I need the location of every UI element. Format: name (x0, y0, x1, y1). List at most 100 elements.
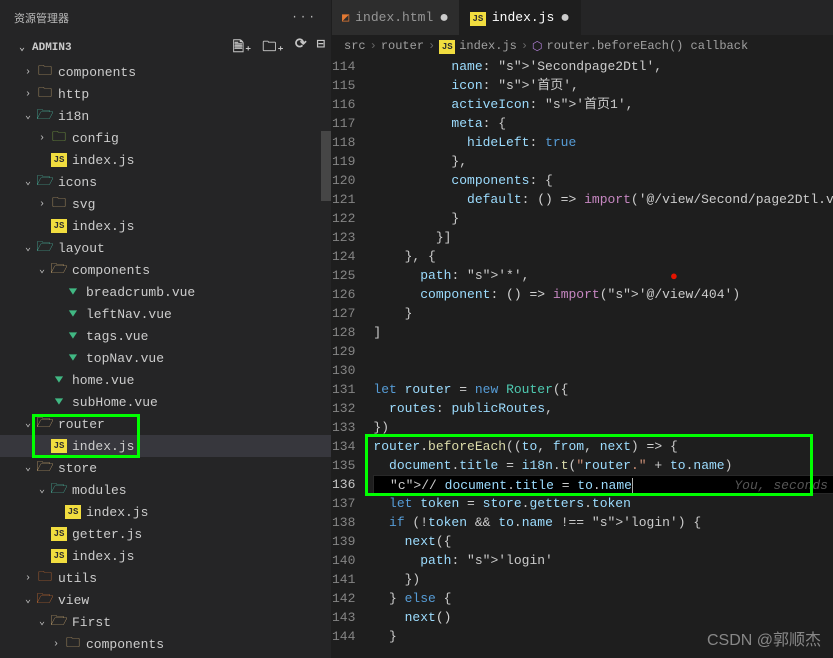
line-number[interactable]: 115 (332, 76, 355, 95)
code-line[interactable] (373, 361, 833, 380)
tree-item[interactable]: ⌄🗁router (0, 413, 331, 435)
code-line[interactable]: }) (373, 570, 833, 589)
tree-item[interactable]: ›🗀utils (0, 567, 331, 589)
line-number[interactable]: 135 (332, 456, 355, 475)
line-number[interactable]: 124 (332, 247, 355, 266)
editor-tab[interactable]: JSindex.js● (460, 0, 581, 35)
tree-item[interactable]: JSindex.js (0, 149, 331, 171)
tree-item[interactable]: ⌄🗁icons (0, 171, 331, 193)
line-number[interactable]: 137 (332, 494, 355, 513)
line-number[interactable]: 134 (332, 437, 355, 456)
line-number[interactable]: 125 (332, 266, 355, 285)
tree-item[interactable]: ▼topNav.vue (0, 347, 331, 369)
code-line[interactable] (373, 342, 833, 361)
code-line[interactable]: component: () => import("s">'@/view/404'… (373, 285, 833, 304)
code-line[interactable]: }, (373, 152, 833, 171)
line-number[interactable]: 136 (332, 475, 355, 494)
line-number[interactable]: 122 (332, 209, 355, 228)
breadcrumb-segment[interactable]: router.beforeEach() callback (547, 39, 749, 53)
code-line[interactable]: activeIcon: "s">'首页1', (373, 95, 833, 114)
breadcrumb[interactable]: src › router ›JS index.js ›⬡ router.befo… (332, 35, 833, 57)
tree-item[interactable]: ⌄🗁components (0, 259, 331, 281)
more-icon[interactable]: ··· (291, 12, 317, 24)
line-number[interactable]: 127 (332, 304, 355, 323)
line-number[interactable]: 139 (332, 532, 355, 551)
code-line[interactable]: }, { (373, 247, 833, 266)
tree-item[interactable]: ›🗀components (0, 61, 331, 83)
tree-item[interactable]: ▼home.vue (0, 369, 331, 391)
project-row[interactable]: ⌄ ADMIN3 🗎₊ 🗀₊ ⟳ ⊟ (0, 35, 331, 61)
editor-tab[interactable]: ◩index.html● (332, 0, 460, 35)
breadcrumb-segment[interactable]: router (381, 39, 424, 53)
line-number[interactable]: 118 (332, 133, 355, 152)
code-line[interactable]: meta: { (373, 114, 833, 133)
tree-item[interactable]: JSindex.js (0, 435, 331, 457)
tree-item[interactable]: ▼leftNav.vue (0, 303, 331, 325)
tree-item[interactable]: ›🗀http (0, 83, 331, 105)
code-line[interactable]: let token = store.getters.token (373, 494, 833, 513)
code-line[interactable]: name: "s">'Secondpage2Dtl', (373, 57, 833, 76)
line-number[interactable]: 119 (332, 152, 355, 171)
tree-item[interactable]: ▼tags.vue (0, 325, 331, 347)
tree-item[interactable]: ⌄🗁i18n (0, 105, 331, 127)
line-number[interactable]: 132 (332, 399, 355, 418)
line-number[interactable]: 121 (332, 190, 355, 209)
code-line[interactable]: }) (373, 418, 833, 437)
tree-item[interactable]: ▼breadcrumb.vue (0, 281, 331, 303)
tree-item[interactable]: ⌄🗁layout (0, 237, 331, 259)
code-line[interactable]: let router = new Router({ (373, 380, 833, 399)
breadcrumb-segment[interactable]: index.js (459, 39, 517, 53)
line-number[interactable]: 120 (332, 171, 355, 190)
code-line[interactable]: icon: "s">'首页', (373, 76, 833, 95)
code-line[interactable]: components: { (373, 171, 833, 190)
line-number[interactable]: 131 (332, 380, 355, 399)
line-number[interactable]: 123 (332, 228, 355, 247)
line-number[interactable]: 138 (332, 513, 355, 532)
tree-item[interactable]: ⌄🗁First (0, 611, 331, 633)
code-line[interactable]: hideLeft: true (373, 133, 833, 152)
code-line[interactable]: } else { (373, 589, 833, 608)
tree-item[interactable]: JSgetter.js (0, 523, 331, 545)
collapse-icon[interactable]: ⊟ (317, 36, 325, 60)
line-number[interactable]: 129 (332, 342, 355, 361)
line-number[interactable]: 133 (332, 418, 355, 437)
line-number[interactable]: 143 (332, 608, 355, 627)
code-line[interactable]: routes: publicRoutes, (373, 399, 833, 418)
line-number[interactable]: 117 (332, 114, 355, 133)
line-number[interactable]: 128 (332, 323, 355, 342)
code-line[interactable]: }] (373, 228, 833, 247)
code-line[interactable]: router.beforeEach((to, from, next) => { (373, 437, 833, 456)
code-line[interactable]: next() (373, 608, 833, 627)
code-area[interactable]: 1141151161171181191201211221231241251261… (332, 57, 833, 658)
line-number[interactable]: 140 (332, 551, 355, 570)
refresh-icon[interactable]: ⟳ (295, 36, 307, 60)
tree-item[interactable]: ⌄🗁view (0, 589, 331, 611)
breadcrumb-segment[interactable]: src (344, 39, 366, 53)
code-lines[interactable]: name: "s">'Secondpage2Dtl', icon: "s">'首… (373, 57, 833, 658)
line-number[interactable]: 116 (332, 95, 355, 114)
code-line[interactable]: "c">// document.title = to.name You, sec… (373, 475, 833, 494)
line-number[interactable]: 126 (332, 285, 355, 304)
line-number[interactable]: 114 (332, 57, 355, 76)
line-number[interactable]: 144 (332, 627, 355, 646)
code-line[interactable]: next({ (373, 532, 833, 551)
scrollbar-thumb[interactable] (321, 131, 331, 201)
line-number[interactable]: 141 (332, 570, 355, 589)
code-line[interactable]: ] (373, 323, 833, 342)
new-file-icon[interactable]: 🗎₊ (233, 36, 253, 60)
new-folder-icon[interactable]: 🗀₊ (262, 36, 284, 60)
tree-item[interactable]: ›🗀config (0, 127, 331, 149)
tree-item[interactable]: ›🗀components (0, 633, 331, 655)
tree-item[interactable]: JSindex.js (0, 215, 331, 237)
tree-item[interactable]: ⌄🗁store (0, 457, 331, 479)
code-line[interactable]: path: "s">'login' (373, 551, 833, 570)
code-line[interactable]: if (!token && to.name !== "s">'login') { (373, 513, 833, 532)
tree-item[interactable]: JSindex.js (0, 501, 331, 523)
code-line[interactable]: } (373, 304, 833, 323)
tree-item[interactable]: ▼subHome.vue (0, 391, 331, 413)
tree-item[interactable]: ›🗀svg (0, 193, 331, 215)
code-line[interactable]: } (373, 209, 833, 228)
tree-item[interactable]: JSindex.js (0, 545, 331, 567)
line-number[interactable]: 142 (332, 589, 355, 608)
code-line[interactable]: path: "s">'*', (373, 266, 833, 285)
